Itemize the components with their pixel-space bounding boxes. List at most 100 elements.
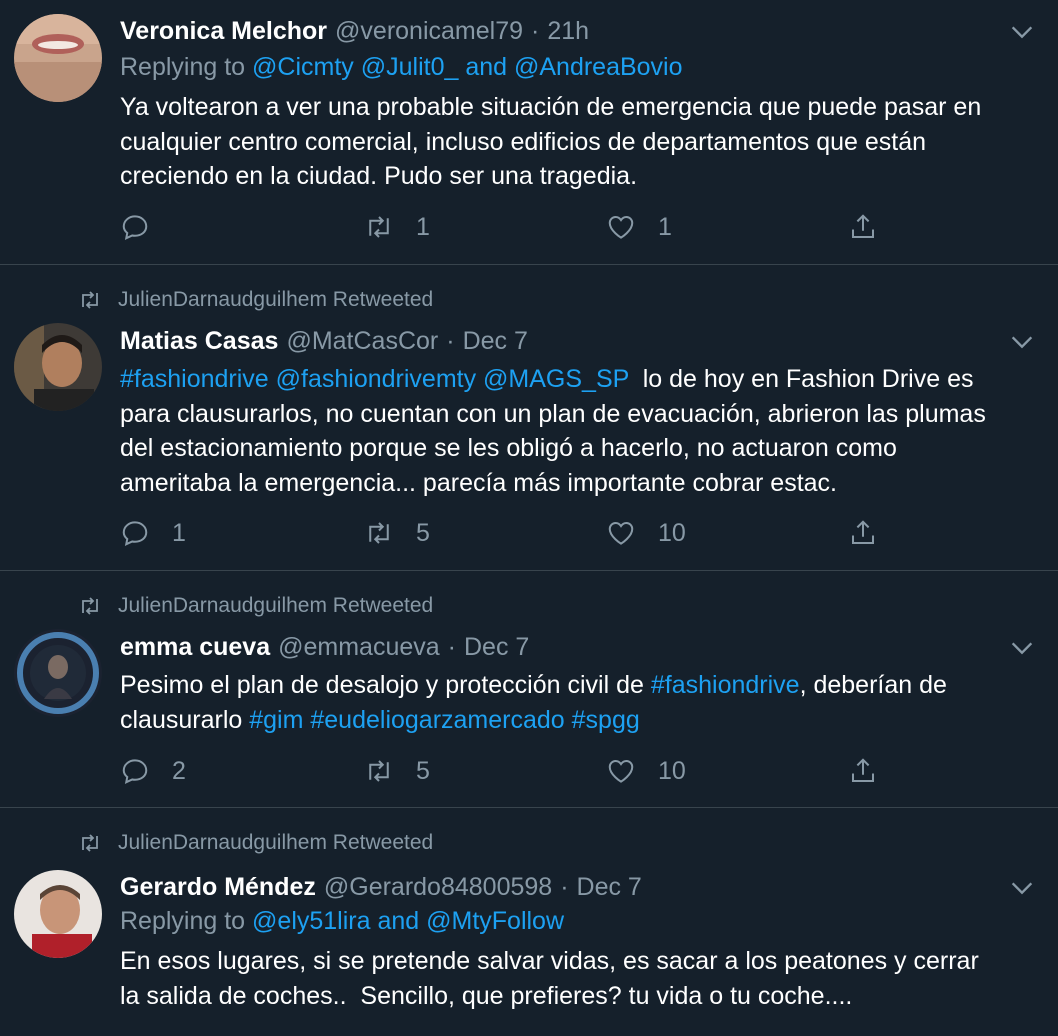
avatar[interactable] xyxy=(14,323,102,411)
retweet-icon xyxy=(82,597,98,615)
like-count: 10 xyxy=(658,518,686,547)
body-line: cualquier centro comercial, incluso edif… xyxy=(120,127,927,156)
like-count: 10 xyxy=(658,756,686,785)
action-bar: 1 1 xyxy=(120,210,900,244)
body-line: la salida de coches.. Sencillo, que pref… xyxy=(120,981,853,1010)
retweeted-by-label[interactable]: JulienDarnaudguilhem Retweeted xyxy=(118,831,433,855)
replying-to: Replying to @Cicmty @Julit0_ and @Andrea… xyxy=(120,53,683,85)
body-line: ameritaba la emergencia... parecía más i… xyxy=(120,468,838,497)
separator-dot: · xyxy=(531,16,540,45)
retweet-button[interactable]: 1 xyxy=(364,210,430,244)
reply-icon xyxy=(122,215,148,240)
chevron-down-icon[interactable] xyxy=(1008,874,1036,902)
avatar[interactable] xyxy=(14,870,102,958)
share-icon xyxy=(852,520,874,544)
reply-count: 2 xyxy=(172,756,186,785)
timestamp[interactable]: Dec 7 xyxy=(464,633,529,662)
retweeted-by-row: JulienDarnaudguilhem Retweeted xyxy=(78,593,433,619)
action-bar: 1 5 10 xyxy=(120,516,900,550)
tweet-gerardo[interactable]: JulienDarnaudguilhem Retweeted Gerardo M… xyxy=(0,808,1058,1036)
tweet-matias[interactable]: JulienDarnaudguilhem Retweeted Matias Ca… xyxy=(0,265,1058,570)
retweeted-by-row: JulienDarnaudguilhem Retweeted xyxy=(78,287,433,313)
retweeted-by-row: JulienDarnaudguilhem Retweeted xyxy=(78,830,433,856)
hashtag-link[interactable]: #fashiondrive xyxy=(651,671,800,699)
author-name[interactable]: emma cueva xyxy=(120,633,270,662)
chevron-down-icon[interactable] xyxy=(1008,328,1036,356)
tweet-body: Pesimo el plan de desalojo y protección … xyxy=(120,668,1040,737)
hashtag-links[interactable]: #gim #eudeliogarzamercado #spgg xyxy=(249,706,640,734)
share-icon xyxy=(852,758,874,782)
reply-icon xyxy=(122,759,148,784)
body-line: del estacionamiento porque se les obligó… xyxy=(120,434,897,462)
author-name[interactable]: Veronica Melchor xyxy=(120,17,327,46)
retweet-button[interactable]: 5 xyxy=(364,754,430,788)
heart-icon xyxy=(608,521,634,545)
tweet-emma[interactable]: JulienDarnaudguilhem Retweeted emma cuev… xyxy=(0,571,1058,807)
chevron-down-icon[interactable] xyxy=(1008,18,1036,46)
body-line: clausurarlo #gim #eudeliogarzamercado #s… xyxy=(120,703,1040,738)
reply-button[interactable] xyxy=(120,210,172,244)
body-text-span: lo de hoy en Fashion Drive es xyxy=(628,365,974,393)
retweet-icon xyxy=(369,760,389,782)
avatar[interactable] xyxy=(14,14,102,102)
share-button[interactable] xyxy=(848,516,900,550)
author-name[interactable]: Gerardo Méndez xyxy=(120,873,316,902)
separator-dot: · xyxy=(447,632,456,661)
author-handle[interactable]: @emmacueva xyxy=(278,633,440,662)
tweet-body: En esos lugares, si se pretende salvar v… xyxy=(120,944,1040,1013)
reply-button[interactable]: 1 xyxy=(120,516,186,550)
tweet-body: Ya voltearon a ver una probable situació… xyxy=(120,90,1040,194)
timestamp[interactable]: 21h xyxy=(547,17,589,46)
tweet-body: #fashiondrive @fashiondrivemty @MAGS_SP … xyxy=(120,362,1040,500)
body-text-span: Pesimo el plan de desalojo y protección … xyxy=(120,671,651,699)
heart-icon xyxy=(608,759,634,783)
body-line: para clausurarlos, no cuentan con un pla… xyxy=(120,399,986,428)
retweeted-by-label[interactable]: JulienDarnaudguilhem Retweeted xyxy=(118,288,433,312)
like-button[interactable]: 10 xyxy=(606,516,686,550)
reply-button[interactable]: 2 xyxy=(120,754,186,788)
author-handle[interactable]: @veronicamel79 xyxy=(335,17,523,46)
author-name[interactable]: Matias Casas xyxy=(120,327,278,356)
mention-links[interactable]: @ely51lira and @MtyFollow xyxy=(252,907,564,935)
timestamp[interactable]: Dec 7 xyxy=(577,873,642,902)
body-line: #fashiondrive @fashiondrivemty @MAGS_SP … xyxy=(120,362,1040,397)
mention-links[interactable]: @Cicmty @Julit0_ and @AndreaBovio xyxy=(252,53,682,81)
replying-to: Replying to @ely51lira and @MtyFollow xyxy=(120,907,564,939)
heart-icon xyxy=(608,215,634,239)
retweet-count: 5 xyxy=(416,518,430,547)
author-handle[interactable]: @Gerardo84800598 xyxy=(324,873,552,902)
reply-icon xyxy=(122,521,148,546)
share-icon xyxy=(852,214,874,238)
body-line: Ya voltearon a ver una probable situació… xyxy=(120,93,982,121)
share-button[interactable] xyxy=(848,754,900,788)
body-line: Pesimo el plan de desalojo y protección … xyxy=(120,668,1040,703)
hashtag-links[interactable]: #fashiondrive @fashiondrivemty @MAGS_SP xyxy=(120,365,629,393)
retweet-count: 1 xyxy=(416,212,430,241)
retweet-button[interactable]: 5 xyxy=(364,516,430,550)
retweet-icon xyxy=(82,291,98,309)
like-button[interactable]: 10 xyxy=(606,754,686,788)
separator-dot: · xyxy=(560,872,569,901)
author-handle[interactable]: @MatCasCor xyxy=(286,327,438,356)
separator-dot: · xyxy=(446,326,455,355)
action-bar: 2 5 10 xyxy=(120,754,900,788)
replying-prefix: Replying to xyxy=(120,53,246,81)
body-text-span: clausurarlo xyxy=(120,705,250,734)
retweet-count: 5 xyxy=(416,756,430,785)
retweet-icon xyxy=(369,522,389,544)
retweet-icon xyxy=(369,216,389,238)
retweeted-by-label[interactable]: JulienDarnaudguilhem Retweeted xyxy=(118,594,433,618)
like-count: 1 xyxy=(658,212,672,241)
chevron-down-icon[interactable] xyxy=(1008,634,1036,662)
body-line: creciendo en la ciudad. Pudo ser una tra… xyxy=(120,162,638,190)
share-button[interactable] xyxy=(848,210,900,244)
tweet-veronica[interactable]: Veronica Melchor @veronicamel79 · 21h Re… xyxy=(0,0,1058,264)
avatar[interactable] xyxy=(14,629,102,717)
retweet-icon xyxy=(82,834,98,852)
timestamp[interactable]: Dec 7 xyxy=(463,327,528,356)
reply-count: 1 xyxy=(172,518,186,547)
body-text-span: , deberían de xyxy=(799,671,947,699)
like-button[interactable]: 1 xyxy=(606,210,672,244)
body-line: En esos lugares, si se pretende salvar v… xyxy=(120,947,979,975)
replying-prefix: Replying to xyxy=(120,907,246,935)
